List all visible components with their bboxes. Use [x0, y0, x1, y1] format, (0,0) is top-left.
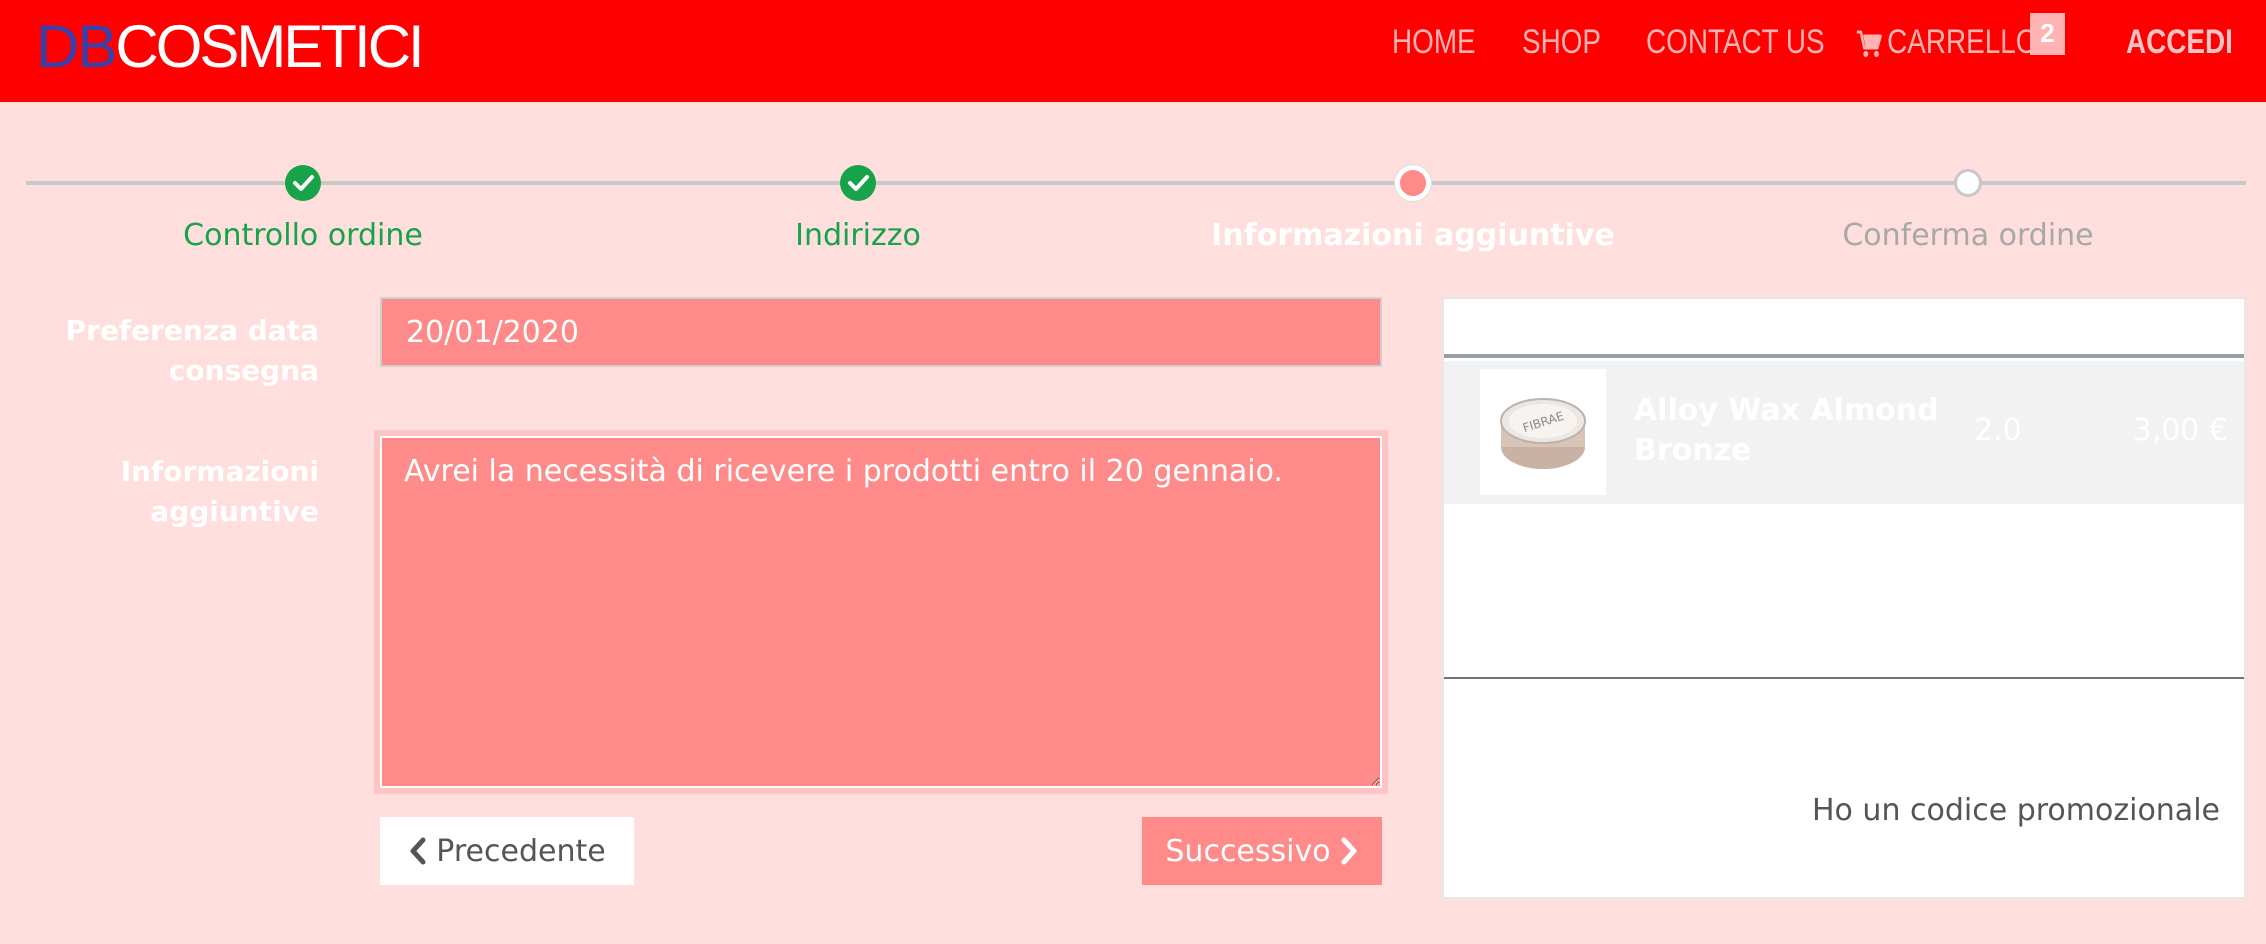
nav-cart-link[interactable]: CARRELLO	[1856, 22, 2037, 62]
chevron-left-icon	[410, 837, 426, 865]
delivery-date-input[interactable]	[380, 297, 1382, 367]
step-3-current-dot	[1395, 165, 1431, 201]
chevron-right-icon	[1341, 837, 1357, 865]
delivery-date-label-line1: Preferenza data	[65, 314, 319, 347]
logo-cosmetici: COSMETICI	[115, 13, 424, 80]
step-3-label: Informazioni aggiuntive	[1211, 218, 1615, 253]
product-quantity: 2.0	[1974, 413, 2022, 448]
step-2-label[interactable]: Indirizzo	[608, 218, 1108, 253]
cart-item-row: FIBRAE Alloy Wax Almond Bronze 2.0 3,00 …	[1444, 361, 2244, 504]
additional-info-label: Informazioni aggiuntive	[121, 452, 319, 532]
delivery-date-label-line2: consegna	[168, 354, 319, 387]
summary-bottom-divider	[1444, 677, 2244, 679]
additional-info-textarea[interactable]: Avrei la necessità di ricevere i prodott…	[380, 436, 1382, 788]
nav-shop-link[interactable]: SHOP	[1522, 22, 1601, 62]
cart-summary-panel: FIBRAE Alloy Wax Almond Bronze 2.0 3,00 …	[1442, 297, 2246, 899]
additional-info-focus-ring: Avrei la necessità di ricevere i prodott…	[374, 430, 1388, 794]
previous-button[interactable]: Precedente	[380, 817, 634, 885]
additional-info-label-line1: Informazioni	[120, 455, 319, 488]
top-navbar: DBCOSMETICI HOME SHOP CONTACT US CARRELL…	[0, 0, 2266, 102]
checkout-progress-track	[26, 181, 2246, 185]
nav-cart-label: CARRELLO	[1887, 23, 2038, 61]
nav-login-link[interactable]: ACCEDI	[2126, 22, 2233, 62]
delivery-date-label: Preferenza data consegna	[66, 311, 319, 391]
brand-logo[interactable]: DBCOSMETICI	[36, 12, 425, 82]
product-price: 3,00 €	[2132, 413, 2228, 448]
step-2-check-icon	[840, 165, 876, 201]
nav-contact-link[interactable]: CONTACT US	[1646, 22, 1825, 62]
step-1-label[interactable]: Controllo ordine	[53, 218, 553, 253]
previous-button-label: Precedente	[436, 833, 606, 869]
cart-count-badge: 2	[2030, 13, 2065, 55]
additional-info-label-line2: aggiuntive	[150, 495, 319, 528]
step-1-check-icon	[285, 165, 321, 201]
product-thumbnail[interactable]: FIBRAE	[1480, 369, 1606, 495]
summary-top-divider	[1444, 354, 2244, 358]
step-4-pending-dot	[1954, 169, 1982, 197]
product-name[interactable]: Alloy Wax Almond Bronze	[1634, 391, 1964, 471]
next-button[interactable]: Successivo	[1142, 817, 1382, 885]
next-button-label: Successivo	[1165, 833, 1331, 869]
promo-code-link[interactable]: Ho un codice promozionale	[1812, 793, 2220, 828]
step-4-label: Conferma ordine	[1842, 218, 2094, 253]
nav-home-link[interactable]: HOME	[1392, 22, 1476, 62]
logo-db: DB	[36, 13, 117, 80]
cart-icon	[1856, 30, 1882, 58]
